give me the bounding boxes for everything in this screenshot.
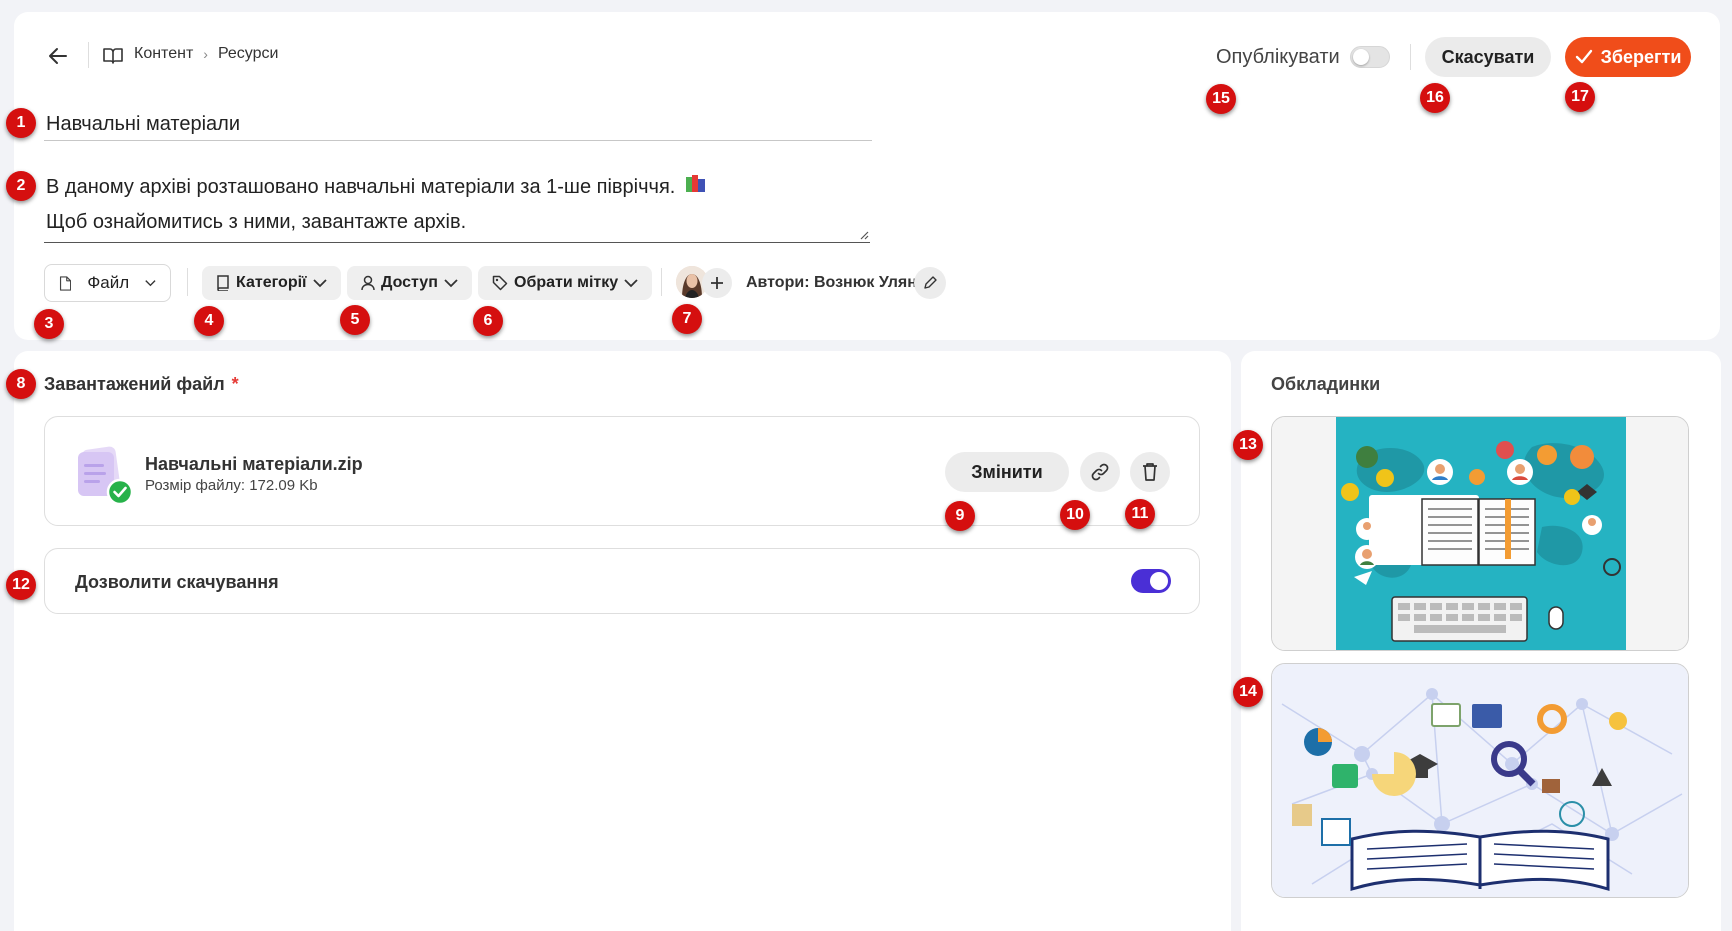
type-label: Файл [87, 273, 130, 292]
uploaded-file-title: Завантажений файл [44, 374, 225, 394]
publish-label: Опублікувати [1216, 46, 1340, 68]
cover-image-1[interactable] [1271, 416, 1689, 651]
plus-icon [711, 277, 723, 289]
add-author-button[interactable] [702, 268, 732, 298]
annotation-badge-6: 6 [473, 306, 503, 336]
annotation-badge-12: 12 [6, 570, 36, 600]
annotation-badge-4: 4 [194, 306, 224, 336]
pencil-icon [924, 276, 937, 289]
covers-title: Обкладинки [1271, 374, 1381, 394]
tag-dropdown[interactable]: Обрати мітку [478, 266, 653, 300]
access-label: Доступ [381, 274, 438, 291]
annotation-badge-11: 11 [1125, 499, 1155, 529]
back-arrow-icon[interactable] [46, 44, 70, 68]
chevron-down-icon [145, 280, 156, 287]
chevron-right-icon: › [203, 46, 208, 62]
annotation-badge-13: 13 [1233, 430, 1263, 460]
file-icon [59, 275, 72, 291]
book-icon [103, 46, 123, 64]
categories-label: Категорії [236, 274, 307, 291]
annotation-badge-17: 17 [1565, 82, 1595, 112]
chevron-down-icon [312, 279, 327, 288]
allow-download-toggle[interactable] [1131, 569, 1171, 593]
file-size: Розмір файлу: 172.09 Kb [145, 477, 318, 494]
annotation-badge-7: 7 [672, 304, 702, 334]
annotation-badge-2: 2 [6, 171, 36, 201]
annotation-badge-14: 14 [1233, 677, 1263, 707]
annotation-badge-9: 9 [945, 501, 975, 531]
copy-link-button[interactable] [1080, 452, 1120, 492]
user-icon [361, 275, 375, 291]
annotation-badge-16: 16 [1420, 83, 1450, 113]
authors-label: Автори: Вознюк Уляна [746, 274, 926, 291]
books-emoji-icon [685, 170, 707, 205]
check-icon [1575, 49, 1592, 64]
save-label: Зберегти [1600, 46, 1682, 67]
description-line-2: Щоб ознайомитись з ними, завантажте архі… [46, 211, 467, 234]
chevron-down-icon [624, 279, 638, 288]
annotation-badge-15: 15 [1206, 84, 1236, 114]
breadcrumb: Контент › Ресурси [134, 45, 278, 63]
delete-file-button[interactable] [1130, 452, 1170, 492]
annotation-badge-10: 10 [1060, 500, 1090, 530]
change-file-button[interactable]: Змінити [945, 452, 1069, 492]
annotation-badge-1: 1 [6, 108, 36, 138]
tag-icon [492, 275, 508, 291]
link-icon [1091, 463, 1109, 481]
type-dropdown[interactable]: Файл [44, 264, 171, 302]
archive-file-icon [72, 444, 134, 506]
categories-dropdown[interactable]: Категорії [202, 266, 341, 300]
title-input[interactable] [44, 108, 872, 141]
description-textarea[interactable]: В даному архіві розташовано навчальні ма… [44, 170, 870, 243]
annotation-badge-3: 3 [34, 309, 64, 339]
allow-download-label: Дозволити скачування [75, 572, 279, 592]
description-line-1: В даному архіві розташовано навчальні ма… [46, 176, 676, 198]
cover-image-2[interactable] [1271, 663, 1689, 898]
annotation-badge-8: 8 [6, 369, 36, 399]
edit-authors-button[interactable] [914, 267, 946, 299]
required-mark: * [231, 374, 239, 394]
resize-handle-icon[interactable] [860, 231, 869, 240]
publish-toggle[interactable] [1350, 46, 1390, 68]
save-button[interactable]: Зберегти [1565, 37, 1691, 77]
breadcrumb-root[interactable]: Контент [134, 45, 193, 63]
breadcrumb-current[interactable]: Ресурси [218, 45, 279, 63]
book-icon [217, 275, 229, 291]
uploaded-file-heading: Завантажений файл * [44, 374, 239, 395]
chevron-down-icon [444, 279, 458, 288]
annotation-badge-5: 5 [340, 305, 370, 335]
cancel-button[interactable]: Скасувати [1425, 37, 1551, 77]
file-name: Навчальні матеріали.zip [145, 454, 363, 474]
tag-label: Обрати мітку [514, 274, 619, 291]
trash-icon [1143, 463, 1157, 481]
access-dropdown[interactable]: Доступ [347, 266, 472, 300]
